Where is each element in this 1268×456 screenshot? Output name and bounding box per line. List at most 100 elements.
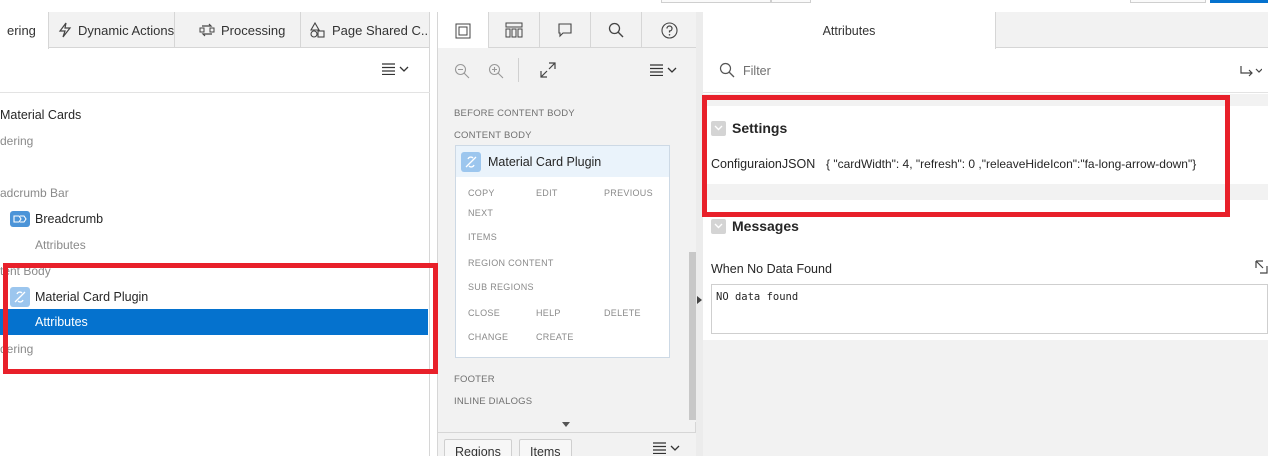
top-toolbar-strip: [0, 0, 1268, 12]
tree-node-material-card-plugin[interactable]: Material Card Plugin: [10, 284, 148, 310]
chevron-down-icon: [670, 445, 680, 451]
tab-page-shared-components-label: Page Shared C...: [332, 22, 430, 38]
grid-layout-icon: [455, 23, 471, 38]
region-position[interactable]: PREVIOUS: [604, 188, 653, 198]
expand-editor-icon[interactable]: [1255, 260, 1268, 274]
collapse-chevron-icon[interactable]: [711, 120, 726, 136]
caret-down-icon[interactable]: [562, 422, 570, 427]
position-label: FOOTER: [454, 374, 495, 385]
items-button[interactable]: Items: [519, 439, 572, 456]
tab-processing-label: Processing: [221, 22, 286, 38]
tab-rendering[interactable]: ering: [0, 12, 49, 49]
tab-grid-layout[interactable]: [438, 12, 489, 49]
breadcrumb-icon: [10, 211, 30, 227]
region-card[interactable]: Material Card Plugin COPY EDIT PREVIOUS …: [455, 145, 670, 358]
tab-attributes[interactable]: Attributes: [703, 12, 996, 49]
layout-panel: BEFORE CONTENT BODY CONTENT BODY FOOTER …: [437, 12, 697, 456]
region-card-header[interactable]: Material Card Plugin: [456, 146, 669, 177]
zoom-out-icon[interactable]: [454, 63, 470, 79]
region-position[interactable]: CREATE: [536, 332, 574, 342]
region-position[interactable]: CHANGE: [468, 332, 508, 342]
no-data-found-textarea[interactable]: NO data found: [711, 284, 1268, 334]
left-toolbar: [0, 48, 430, 93]
region-position[interactable]: REGION CONTENT: [468, 258, 554, 268]
tree-node[interactable]: dering: [0, 336, 33, 362]
region-position[interactable]: NEXT: [468, 208, 493, 218]
tree-node[interactable]: Attributes: [35, 232, 86, 258]
property-groups: Settings ConfiguraionJSON { "cardWidth":…: [703, 94, 1268, 456]
tab-component-view[interactable]: [489, 12, 540, 48]
right-tab-bar: Attributes: [703, 12, 1268, 49]
tree-node-label: dering: [0, 342, 34, 356]
region-position[interactable]: SUB REGIONS: [468, 282, 534, 292]
tree-node[interactable]: dering: [0, 128, 33, 154]
region-position[interactable]: CLOSE: [468, 308, 500, 318]
region-position[interactable]: EDIT: [536, 188, 558, 198]
plugin-icon: [461, 151, 481, 172]
position-label: CONTENT BODY: [454, 130, 532, 141]
configuration-json-value[interactable]: { "cardWidth": 4, "refresh": 0 ,"releave…: [826, 157, 1196, 171]
filter-input[interactable]: Filter: [743, 64, 771, 78]
messages-group-title: Messages: [732, 218, 799, 234]
tree-node-label: adcrumb Bar: [0, 186, 69, 200]
middle-tab-bar: [438, 12, 697, 49]
region-position[interactable]: DELETE: [604, 308, 641, 318]
property-editor-panel: Attributes Filter Settings ConfiguraionJ…: [703, 12, 1268, 456]
plugin-icon: [10, 287, 30, 307]
position-label: INLINE DIALOGS: [454, 396, 533, 407]
tree-node-attributes-selected[interactable]: Attributes: [0, 309, 428, 335]
gallery-bar: Regions Items: [438, 432, 697, 456]
tree-node[interactable]: adcrumb Bar: [0, 180, 69, 206]
collapse-arrow-icon[interactable]: [697, 296, 702, 304]
scrollbar-thumb[interactable]: [689, 252, 696, 420]
panel-splitter[interactable]: [696, 12, 703, 456]
settings-group-header[interactable]: Settings: [711, 120, 787, 136]
top-toolbar-button[interactable]: [1130, 0, 1206, 3]
tree-node-label: dering: [0, 134, 34, 148]
messages-group-header[interactable]: Messages: [711, 218, 799, 234]
layout-menu-button[interactable]: [650, 64, 677, 76]
left-menu-button[interactable]: [382, 63, 409, 75]
top-primary-button[interactable]: [1210, 0, 1268, 3]
tab-processing[interactable]: Processing: [175, 12, 301, 48]
regions-button[interactable]: Regions: [444, 439, 512, 456]
processing-icon: [199, 23, 215, 37]
tab-page-shared-components[interactable]: Page Shared C...: [301, 12, 430, 48]
tree-node[interactable]: Material Cards: [0, 102, 81, 128]
region-position[interactable]: ITEMS: [468, 232, 497, 242]
tree-node-label: Attributes: [35, 315, 88, 329]
gallery-icon: [505, 22, 523, 38]
tab-help[interactable]: [642, 12, 697, 48]
tab-dynamic-actions-label: Dynamic Actions: [78, 22, 175, 38]
tab-dynamic-actions[interactable]: Dynamic Actions: [49, 12, 175, 48]
left-tab-bar: ering Dynamic Actions Processing Page Sh…: [0, 12, 430, 49]
gallery-menu-button[interactable]: [653, 442, 680, 454]
list-menu-icon: [382, 63, 395, 75]
tab-rendering-label: ering: [7, 23, 36, 38]
zoom-in-icon[interactable]: [488, 63, 504, 79]
rendering-tree-panel: ering Dynamic Actions Processing Page Sh…: [0, 12, 430, 456]
filter-bar: Filter: [703, 48, 1268, 93]
chevron-down-icon: [667, 67, 677, 73]
settings-group-title: Settings: [732, 120, 788, 136]
region-position[interactable]: HELP: [536, 308, 561, 318]
list-menu-icon: [653, 442, 666, 454]
collapse-chevron-icon[interactable]: [711, 218, 726, 234]
tree-node[interactable]: tent Body: [0, 258, 51, 284]
tree-node-label: Breadcrumb: [35, 212, 104, 226]
tree-node-breadcrumb[interactable]: Breadcrumb: [10, 206, 103, 232]
top-toolbar-button[interactable]: [661, 0, 771, 3]
tab-messages[interactable]: [540, 12, 591, 48]
position-label: BEFORE CONTENT BODY: [454, 108, 575, 119]
chevron-down-icon: [399, 66, 409, 72]
list-menu-icon: [650, 64, 663, 76]
region-position[interactable]: COPY: [468, 188, 495, 198]
tab-search[interactable]: [591, 12, 642, 48]
expand-icon[interactable]: [539, 61, 557, 79]
tree-node-label: tent Body: [0, 264, 51, 278]
go-to-group-icon[interactable]: [1240, 63, 1262, 79]
search-icon: [719, 62, 735, 78]
lightning-icon: [58, 22, 72, 38]
configuration-json-label: ConfiguraionJSON: [711, 157, 816, 171]
top-toolbar-button[interactable]: [771, 0, 811, 3]
